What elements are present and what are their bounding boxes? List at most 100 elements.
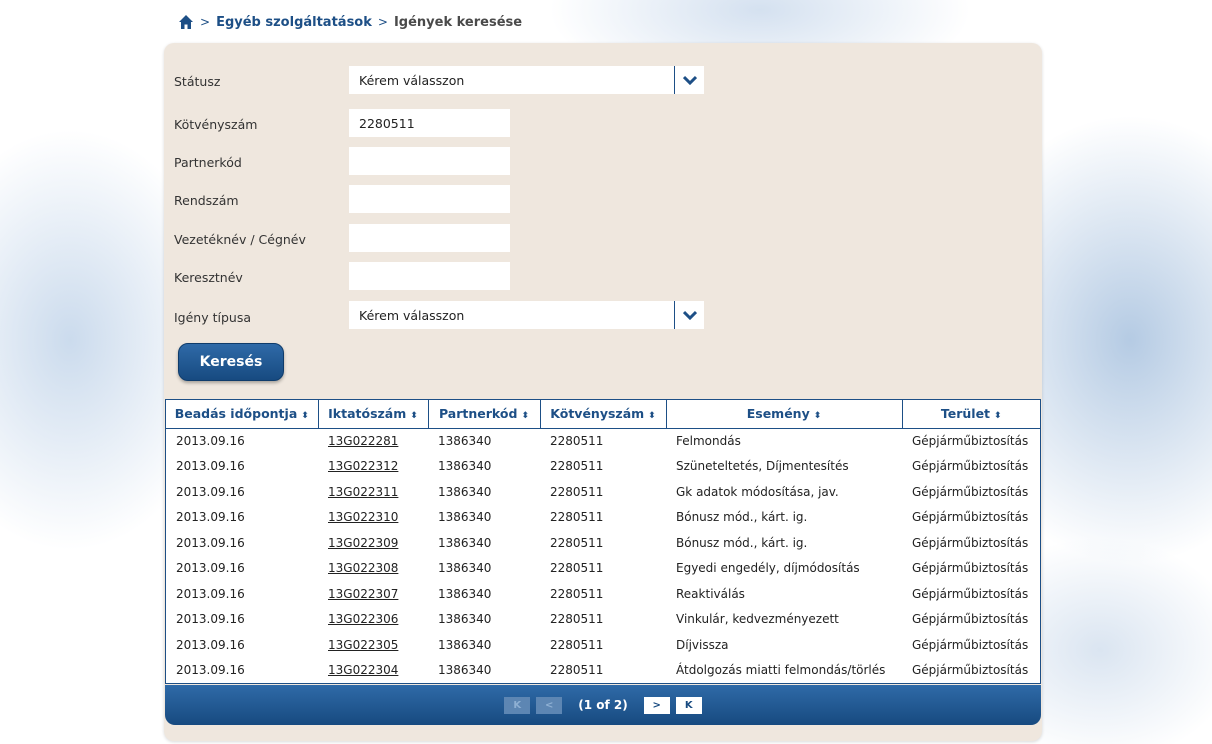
cell-area: Gépjárműbiztosítás — [912, 586, 1029, 601]
column-header-label: Partnerkód — [438, 406, 518, 422]
table-row: 2013.09.16 13G022310 1386340 2280511 Bónusz … — [166, 505, 1040, 531]
first-page-button[interactable]: K — [504, 696, 531, 714]
column-header-event[interactable]: Esemény ⬍ — [666, 400, 903, 429]
cell-partner-code: 1386340 — [438, 434, 492, 448]
file-number-link[interactable]: 13G022306 — [328, 612, 398, 626]
home-icon[interactable] — [178, 14, 194, 30]
table-row: 2013.09.16 13G022307 1386340 2280511 Reaktiv… — [166, 581, 1040, 607]
cell-submit-date: 2013.09.16 — [176, 484, 245, 499]
claim-type-select[interactable]: Kérem válasszon — [349, 301, 704, 329]
file-number-link[interactable]: 13G022309 — [328, 536, 398, 550]
cell-file-number: 13G022305 — [318, 632, 428, 658]
cell-policy-number: 2280511 — [550, 612, 604, 627]
lastname-input[interactable] — [349, 224, 510, 252]
breadcrumb-link-other-services[interactable]: Egyéb szolgáltatások — [216, 15, 372, 30]
sort-icon: ⬍ — [521, 411, 529, 422]
breadcrumb: > Egyéb szolgáltatások > Igények keresés… — [178, 10, 522, 34]
previous-page-button[interactable]: < — [536, 696, 563, 714]
last-page-button[interactable]: K — [675, 696, 702, 714]
cell-submit-date: 2013.09.16 — [176, 663, 245, 678]
cell-policy-number: 2280511 — [550, 561, 604, 576]
search-button[interactable]: Keresés — [178, 343, 284, 381]
cell-file-number: 13G022312 — [318, 454, 428, 480]
cell-file-number: 13G022310 — [318, 505, 428, 531]
cell-partner-code: 1386340 — [438, 637, 492, 652]
partner-code-input[interactable] — [349, 147, 510, 175]
status-select-value: Kérem válasszon — [359, 72, 465, 88]
cell-event: Bónusz mód., kárt. ig. — [676, 535, 808, 550]
cell-partner-code: 1386340 — [438, 663, 492, 678]
column-header-policy-number[interactable]: Kötvényszám ⬍ — [540, 400, 667, 429]
column-header-label: Terület — [940, 406, 991, 422]
cell-area: Gépjárműbiztosítás — [912, 637, 1029, 652]
breadcrumb-current: Igények keresése — [393, 14, 523, 30]
cell-file-number: 13G022307 — [318, 581, 428, 607]
firstname-input[interactable] — [349, 262, 510, 290]
sort-icon: ⬍ — [813, 411, 822, 422]
file-number-link[interactable]: 13G022305 — [328, 638, 398, 652]
plate-number-label: Rendszám — [174, 193, 239, 208]
lastname-label: Vezetéknév / Cégnév — [174, 232, 306, 247]
table-row: 2013.09.16 13G022304 1386340 2280511 Átdolgo… — [166, 658, 1040, 684]
column-header-label: Beadás időpontja — [174, 406, 298, 422]
cell-event: Bónusz mód., kárt. ig. — [676, 510, 808, 525]
cell-file-number: 13G022309 — [318, 530, 428, 556]
table-row: 2013.09.16 13G022308 1386340 2280511 Egyedi … — [166, 556, 1040, 582]
cell-area: Gépjárműbiztosítás — [912, 484, 1029, 499]
claim-type-select-value: Kérem válasszon — [359, 307, 465, 323]
cell-submit-date: 2013.09.16 — [176, 459, 245, 474]
cell-policy-number: 2280511 — [550, 535, 604, 550]
next-page-button[interactable]: > — [643, 696, 670, 714]
cell-submit-date: 2013.09.16 — [176, 637, 245, 652]
sort-icon: ⬍ — [301, 411, 309, 422]
chevron-down-icon[interactable] — [674, 66, 704, 94]
cell-event: Vinkulár, kedvezményezett — [676, 612, 839, 627]
column-header-label: Iktatószám — [328, 406, 407, 422]
cell-submit-date: 2013.09.16 — [176, 561, 245, 576]
column-header-submit-date[interactable]: Beadás időpontja ⬍ — [166, 400, 319, 429]
cell-event: Díjvissza — [676, 637, 729, 652]
cell-area: Gépjárműbiztosítás — [912, 561, 1029, 576]
plate-number-input[interactable] — [349, 185, 510, 213]
partner-code-label: Partnerkód — [174, 155, 242, 170]
file-number-link[interactable]: 13G022281 — [328, 434, 398, 448]
sort-icon: ⬍ — [410, 411, 418, 422]
column-header-partner-code[interactable]: Partnerkód ⬍ — [428, 400, 541, 429]
cell-partner-code: 1386340 — [438, 535, 492, 550]
file-number-link[interactable]: 13G022308 — [328, 561, 398, 575]
column-header-label: Kötvényszám — [550, 406, 645, 422]
cell-submit-date: 2013.09.16 — [176, 586, 245, 601]
cell-policy-number: 2280511 — [550, 484, 604, 499]
cell-policy-number: 2280511 — [550, 586, 604, 601]
file-number-link[interactable]: 13G022304 — [328, 663, 398, 677]
file-number-link[interactable]: 13G022311 — [328, 485, 398, 499]
file-number-link[interactable]: 13G022310 — [328, 510, 398, 524]
cell-submit-date: 2013.09.16 — [176, 434, 245, 448]
table-row: 2013.09.16 13G022309 1386340 2280511 Bónusz … — [166, 530, 1040, 556]
table-header-row: Beadás időpontja ⬍ Iktatószám ⬍ Partnerkód… — [166, 400, 1040, 429]
cell-event: Felmondás — [676, 434, 741, 448]
status-select[interactable]: Kérem válasszon — [349, 66, 704, 94]
table-row: 2013.09.16 13G022305 1386340 2280511 Díjviss… — [166, 632, 1040, 658]
table-row: 2013.09.16 13G022281 1386340 2280511 Felmond… — [166, 428, 1040, 454]
cell-file-number: 13G022304 — [318, 658, 428, 684]
cell-area: Gépjárműbiztosítás — [912, 434, 1029, 448]
breadcrumb-separator: > — [377, 15, 388, 29]
policy-number-input[interactable]: 2280511 — [349, 109, 510, 137]
cell-partner-code: 1386340 — [438, 459, 492, 474]
claim-type-label: Igény típusa — [174, 310, 252, 325]
firstname-label: Keresztnév — [174, 270, 243, 285]
chevron-down-icon[interactable] — [674, 301, 704, 329]
file-number-link[interactable]: 13G022307 — [328, 587, 398, 601]
column-header-file-number[interactable]: Iktatószám ⬍ — [318, 400, 429, 429]
file-number-link[interactable]: 13G022312 — [328, 459, 398, 473]
column-header-area[interactable]: Terület ⬍ — [902, 400, 1040, 429]
column-header-label: Esemény — [746, 406, 810, 422]
cell-event: Reaktiválás — [676, 586, 745, 601]
table-row: 2013.09.16 13G022311 1386340 2280511 Gk adat… — [166, 479, 1040, 505]
cell-policy-number: 2280511 — [550, 510, 604, 525]
cell-policy-number: 2280511 — [550, 459, 604, 474]
status-label: Státusz — [174, 74, 221, 89]
cell-area: Gépjárműbiztosítás — [912, 510, 1029, 525]
cell-area: Gépjárműbiztosítás — [912, 612, 1029, 627]
